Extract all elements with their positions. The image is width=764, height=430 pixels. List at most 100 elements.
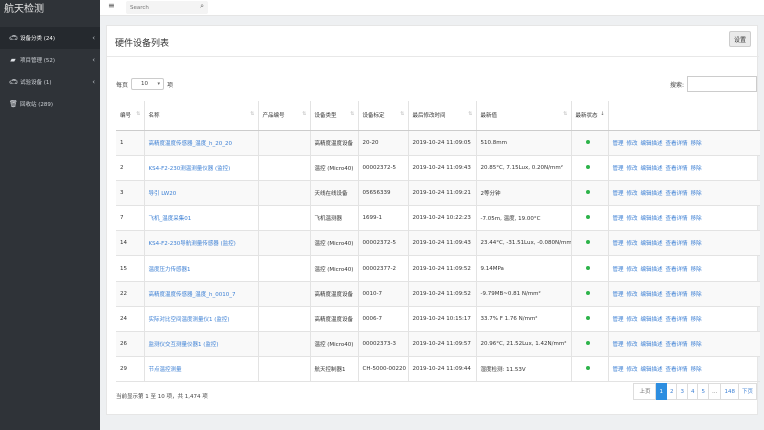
length-suffix: 项 — [167, 81, 174, 89]
cell-modified-time: 2019-10-24 10:15:17 — [407, 306, 476, 333]
row-action-link[interactable]: 编辑描述 — [641, 166, 663, 172]
row-action-link[interactable]: 修改 — [627, 292, 638, 298]
row-action-link[interactable]: 移除 — [691, 267, 702, 273]
row-action-link[interactable]: 管理 — [613, 367, 624, 373]
row-action-link[interactable]: 管理 — [613, 342, 624, 348]
page-button[interactable]: 4 — [687, 383, 699, 400]
row-action-link[interactable]: 修改 — [627, 166, 638, 172]
column-header[interactable]: 最后修改时间 ⇅ — [407, 101, 476, 131]
cell-product-number — [257, 155, 310, 181]
cell-name[interactable]: 高精度温度传感器_温度_h_0010_7 — [143, 281, 258, 307]
column-header[interactable]: 名称 ⇅ — [143, 101, 258, 131]
sidebar-item-project-management[interactable]: ▰ 项目管理 (52) ‹ — [0, 49, 100, 71]
row-action-link[interactable]: 修改 — [627, 342, 638, 348]
cell-name[interactable]: 飞机_温度采集01 — [143, 205, 258, 232]
cell-name[interactable]: KS4-F2-230导航测量传感器 (监控) — [143, 230, 258, 257]
row-action-link[interactable]: 管理 — [613, 141, 624, 147]
column-header[interactable]: 设备类型 ⇅ — [309, 101, 358, 131]
row-action-link[interactable]: 移除 — [691, 216, 702, 222]
row-action-link[interactable]: 移除 — [691, 292, 702, 298]
page-button[interactable]: 2 — [666, 383, 678, 400]
row-action-link[interactable]: 编辑描述 — [641, 342, 663, 348]
sidebar-item-recycle-bin[interactable]: 🗑︎ 回收站 (289) — [0, 93, 100, 115]
row-action-link[interactable]: 修改 — [627, 241, 638, 247]
row-action-link[interactable]: 修改 — [627, 141, 638, 147]
row-action-link[interactable]: 移除 — [691, 317, 702, 323]
cell-status — [570, 205, 608, 232]
row-action-link[interactable]: 查看详情 — [666, 166, 688, 172]
search-icon[interactable]: ⌕ — [200, 2, 204, 11]
row-action-link[interactable]: 移除 — [691, 141, 702, 147]
page-length-select[interactable]: 10 ▾ — [131, 78, 165, 90]
cell-id: 15 — [116, 255, 144, 282]
filter-input[interactable] — [687, 76, 757, 92]
status-ok-icon — [585, 341, 590, 346]
row-action-link[interactable]: 编辑描述 — [641, 216, 663, 222]
settings-button[interactable]: 设置 — [729, 31, 751, 47]
column-header[interactable]: 最新值 ⇅ — [475, 101, 571, 131]
sidebar-item-test-device[interactable]: 🚗︎ 试验设备 (1) ‹ — [0, 71, 100, 93]
row-action-link[interactable]: 编辑描述 — [641, 241, 663, 247]
next-page-button[interactable]: 下页 — [738, 383, 757, 400]
row-action-link[interactable]: 编辑描述 — [641, 267, 663, 273]
row-action-link[interactable]: 移除 — [691, 367, 702, 373]
row-action-link[interactable]: 查看详情 — [666, 367, 688, 373]
row-action-link[interactable]: 编辑描述 — [641, 191, 663, 197]
cell-name[interactable]: 高精度温度传感器_温度_h_20_20 — [143, 130, 258, 156]
cell-name[interactable]: 导引 LW20 — [143, 180, 258, 207]
page-button[interactable]: 148 — [721, 383, 739, 400]
cell-name[interactable]: 实际对比空间温度测量仪1 (监控) — [143, 306, 258, 333]
row-action-link[interactable]: 管理 — [613, 191, 624, 197]
column-header[interactable]: 产品编号 ⇅ — [257, 101, 310, 131]
row-action-link[interactable]: 编辑描述 — [641, 367, 663, 373]
row-action-link[interactable]: 移除 — [691, 191, 702, 197]
row-action-link[interactable]: 查看详情 — [666, 216, 688, 222]
page-button[interactable]: 1 — [656, 383, 667, 400]
row-action-link[interactable]: 编辑描述 — [641, 141, 663, 147]
row-action-link[interactable]: 管理 — [613, 267, 624, 273]
cell-name[interactable]: KS4-F2-230测温测量仪器 (监控) — [143, 155, 258, 181]
status-ok-icon — [585, 189, 590, 194]
row-action-link[interactable]: 修改 — [627, 267, 638, 273]
row-action-link[interactable]: 管理 — [613, 241, 624, 247]
cell-device-type: 天线在线设备 — [309, 180, 358, 207]
sidebar-item-device-category[interactable]: 🚗︎ 设备分类 (24) ‹ — [0, 27, 100, 49]
row-action-link[interactable]: 修改 — [627, 216, 638, 222]
row-action-link[interactable]: 移除 — [691, 241, 702, 247]
cell-product-number — [257, 205, 310, 232]
row-action-link[interactable]: 编辑描述 — [641, 317, 663, 323]
row-action-link[interactable]: 编辑描述 — [641, 292, 663, 298]
row-action-link[interactable]: 管理 — [613, 166, 624, 172]
row-action-link[interactable]: 查看详情 — [666, 191, 688, 197]
menu-icon[interactable]: ≡ — [108, 1, 115, 10]
search-input[interactable] — [126, 1, 190, 14]
row-action-link[interactable]: 管理 — [613, 317, 624, 323]
row-action-link[interactable]: 查看详情 — [666, 141, 688, 147]
row-action-link[interactable]: 查看详情 — [666, 317, 688, 323]
row-action-link[interactable]: 移除 — [691, 166, 702, 172]
sort-icon: ⇅ — [302, 111, 307, 117]
row-action-link[interactable]: 移除 — [691, 342, 702, 348]
cell-device-type: 高精度温度设备 — [309, 281, 358, 307]
row-action-link[interactable]: 查看详情 — [666, 241, 688, 247]
cell-name[interactable]: 温度压力传感器1 — [143, 255, 258, 282]
search-box: ⌕ — [126, 1, 208, 14]
row-action-link[interactable]: 查看详情 — [666, 267, 688, 273]
row-action-link[interactable]: 管理 — [613, 292, 624, 298]
cell-name[interactable]: 监测仪交互测量仪器1 (监控) — [143, 331, 258, 358]
row-action-link[interactable]: 查看详情 — [666, 342, 688, 348]
row-action-link[interactable]: 管理 — [613, 216, 624, 222]
page-button[interactable]: 5 — [698, 383, 709, 400]
status-ok-icon — [585, 240, 590, 245]
column-header[interactable]: 最新状态 ↓ — [570, 101, 608, 131]
column-header[interactable]: 编号 ⇅ — [116, 101, 144, 131]
cell-name[interactable]: 节点温控测量 — [143, 356, 258, 383]
row-action-link[interactable]: 修改 — [627, 317, 638, 323]
page-button[interactable]: 3 — [677, 383, 688, 400]
prev-page-button[interactable]: 上页 — [633, 383, 657, 400]
cell-status — [570, 281, 608, 307]
row-action-link[interactable]: 修改 — [627, 367, 638, 373]
column-header[interactable]: 设备标定 ⇅ — [357, 101, 408, 131]
row-action-link[interactable]: 修改 — [627, 191, 638, 197]
row-action-link[interactable]: 查看详情 — [666, 292, 688, 298]
